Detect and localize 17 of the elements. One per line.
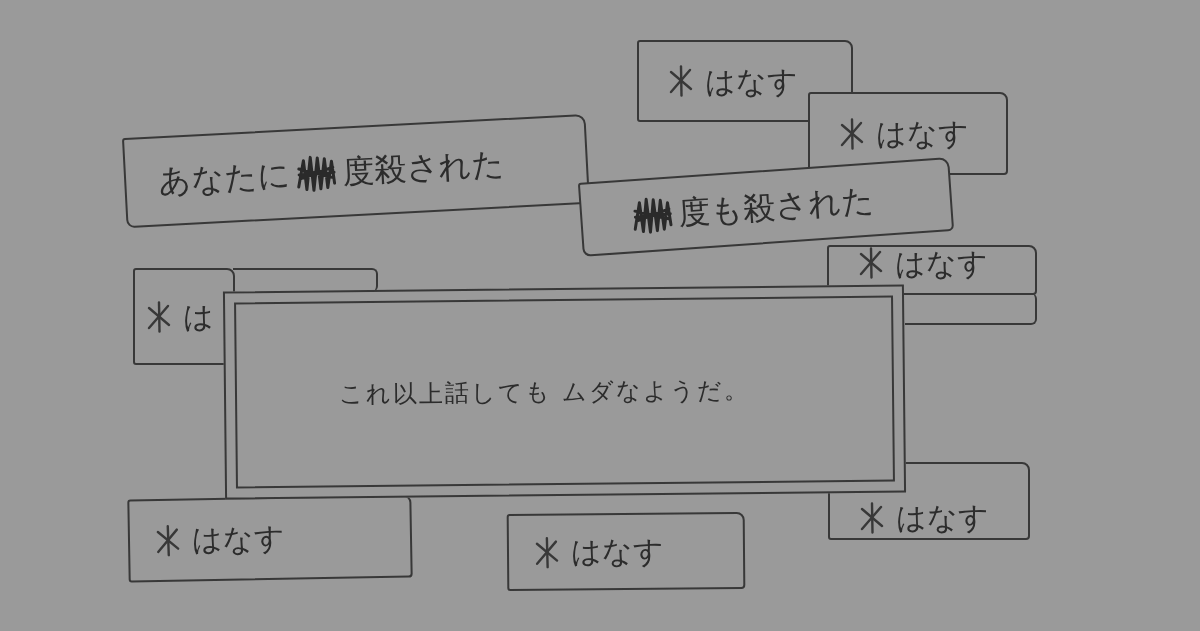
asterisk-icon: [155, 524, 181, 557]
talk-button[interactable]: はなす: [506, 511, 746, 592]
talk-button[interactable]: は: [133, 268, 235, 365]
message-text: あなたに: [157, 155, 292, 201]
talk-button[interactable]: はなす: [808, 92, 1008, 175]
talk-button[interactable]: はなす: [827, 245, 1037, 295]
message-text: 度殺された: [341, 144, 506, 191]
asterisk-icon: [859, 247, 883, 279]
asterisk-icon: [669, 65, 693, 97]
asterisk-icon: [147, 300, 171, 333]
message-text: 度も殺された: [676, 180, 876, 233]
talk-button[interactable]: はなす: [637, 40, 853, 122]
asterisk-icon: [860, 502, 884, 534]
asterisk-icon: [534, 536, 560, 569]
dialog-text: これ以上話しても ムダなようだ。: [339, 375, 750, 409]
asterisk-icon: [840, 117, 864, 150]
scribble-icon: [295, 153, 337, 194]
